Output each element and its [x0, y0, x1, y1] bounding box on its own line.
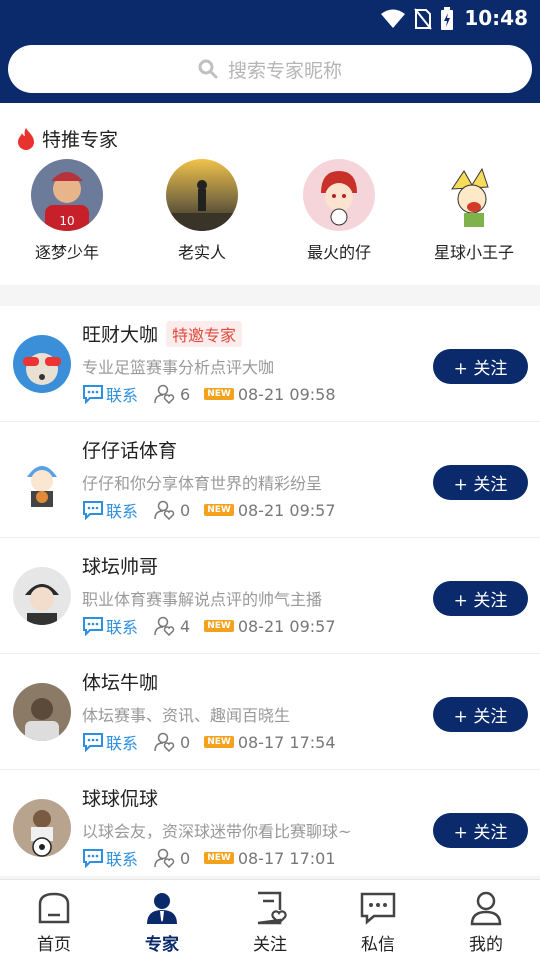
expert-meta: 联系 4 NEW 08-21 09:57: [82, 614, 336, 638]
new-badge: NEW: [204, 736, 234, 748]
follow-button[interactable]: + 关注: [433, 349, 528, 384]
expert-name: 逐梦少年: [34, 243, 99, 262]
featured-title: 特推专家: [16, 125, 118, 152]
expert-description: 仔仔和你分享体育世界的精彩纷呈: [82, 474, 323, 493]
chat-icon: [83, 385, 103, 404]
avatar: 10: [31, 159, 103, 231]
avatar: [13, 451, 71, 509]
featured-expert[interactable]: 10 逐梦少年: [12, 159, 122, 263]
expert-meta: 联系 0 NEW 08-17 17:01: [82, 846, 336, 870]
post-time: 08-17 17:54: [237, 732, 336, 752]
post-time: 08-21 09:57: [237, 500, 336, 520]
svg-text:10: 10: [59, 214, 74, 228]
expert-description: 体坛赛事、资讯、趣闻百晓生: [82, 706, 291, 725]
post-time: 08-17 17:01: [237, 848, 336, 868]
chat-icon: [83, 733, 103, 752]
list-item[interactable]: 球坛帅哥 职业体育赛事解说点评的帅气主播 联系 4 NEW 08-21 09:5…: [0, 538, 540, 654]
no-sim-icon: [414, 8, 432, 30]
expert-name: 最火的仔: [306, 243, 371, 262]
chat-icon: [83, 617, 103, 636]
featured-experts-section: 特推专家 10 逐梦少年 老实人 最火的仔 星球小王子: [0, 103, 540, 285]
user-heart-icon: [154, 500, 175, 520]
new-badge: NEW: [204, 504, 234, 516]
fans-count: 0: [154, 732, 190, 752]
post-time: 08-21 09:57: [237, 616, 336, 636]
fans-count: 0: [154, 848, 190, 868]
tab-follow[interactable]: 关注: [216, 880, 324, 960]
tab-home[interactable]: 首页: [0, 880, 108, 960]
follow-doc-icon: [257, 891, 287, 925]
avatar: [438, 159, 510, 231]
post-time: 08-21 09:58: [237, 384, 336, 404]
featured-expert[interactable]: 最火的仔: [284, 159, 394, 263]
clock: 10:48: [464, 6, 528, 30]
message-icon: [360, 892, 396, 925]
chat-icon: [83, 501, 103, 520]
avatar: [13, 335, 71, 393]
expert-name: 老实人: [177, 243, 226, 262]
battery-charging-icon: [441, 7, 453, 30]
invited-expert-badge: 特邀专家: [166, 320, 243, 347]
fans-count: 6: [154, 384, 190, 404]
status-bar: 10:48: [0, 0, 540, 38]
flame-icon: [18, 127, 34, 150]
wifi-icon: [381, 9, 405, 28]
avatar: [13, 683, 71, 741]
expert-name: 旺财大咖 特邀专家: [82, 320, 243, 347]
tab-messages[interactable]: 私信: [324, 880, 432, 960]
follow-button[interactable]: + 关注: [433, 581, 528, 616]
contact-button[interactable]: 联系: [82, 614, 138, 638]
search-icon: [198, 59, 218, 79]
new-badge: NEW: [204, 852, 234, 864]
list-item[interactable]: 仔仔话体育 仔仔和你分享体育世界的精彩纷呈 联系 0 NEW 08-21 09:…: [0, 422, 540, 538]
expert-meta: 联系 0 NEW 08-21 09:57: [82, 498, 336, 522]
expert-name: 星球小王子: [433, 243, 514, 262]
avatar: [303, 159, 375, 231]
expert-list: 旺财大咖 特邀专家 专业足篮赛事分析点评大咖 联系 6 NEW 08-21 09…: [0, 306, 540, 876]
tab-profile[interactable]: 我的: [432, 880, 540, 960]
user-heart-icon: [154, 616, 175, 636]
list-item[interactable]: 旺财大咖 特邀专家 专业足篮赛事分析点评大咖 联系 6 NEW 08-21 09…: [0, 306, 540, 422]
status-icons: [380, 7, 454, 31]
user-heart-icon: [154, 848, 175, 868]
expert-name: 球球侃球: [82, 788, 159, 810]
fans-count: 4: [154, 616, 190, 636]
user-heart-icon: [154, 384, 175, 404]
featured-expert[interactable]: 星球小王子: [419, 159, 529, 263]
fans-count: 0: [154, 500, 190, 520]
expert-name: 球坛帅哥: [82, 556, 159, 578]
search-input[interactable]: 搜索专家昵称: [8, 45, 532, 93]
user-heart-icon: [154, 732, 175, 752]
user-icon: [470, 891, 502, 926]
list-item[interactable]: 体坛牛咖 体坛赛事、资讯、趣闻百晓生 联系 0 NEW 08-17 17:54 …: [0, 654, 540, 770]
new-badge: NEW: [204, 620, 234, 632]
expert-description: 以球会友，资深球迷带你看比赛聊球~: [82, 822, 352, 841]
follow-button[interactable]: + 关注: [433, 697, 528, 732]
list-item[interactable]: 球球侃球 以球会友，资深球迷带你看比赛聊球~ 联系 0 NEW 08-17 17…: [0, 770, 540, 876]
follow-button[interactable]: + 关注: [433, 813, 528, 848]
expert-meta: 联系 6 NEW 08-21 09:58: [82, 382, 336, 406]
expert-icon: [147, 893, 177, 924]
featured-expert[interactable]: 老实人: [147, 159, 257, 263]
home-icon: [38, 892, 70, 924]
avatar: [166, 159, 238, 231]
contact-button[interactable]: 联系: [82, 846, 138, 870]
expert-meta: 联系 0 NEW 08-17 17:54: [82, 730, 336, 754]
expert-description: 专业足篮赛事分析点评大咖: [82, 358, 275, 377]
contact-button[interactable]: 联系: [82, 498, 138, 522]
new-badge: NEW: [204, 388, 234, 400]
bottom-tab-bar: 首页 专家 关注 私信 我的: [0, 879, 540, 960]
chat-icon: [83, 849, 103, 868]
tab-experts[interactable]: 专家: [108, 880, 216, 960]
expert-description: 职业体育赛事解说点评的帅气主播: [82, 590, 323, 609]
follow-button[interactable]: + 关注: [433, 465, 528, 500]
avatar: [13, 799, 71, 857]
search-placeholder: 搜索专家昵称: [227, 59, 342, 82]
avatar: [13, 567, 71, 625]
expert-name: 仔仔话体育: [82, 440, 178, 462]
expert-name: 体坛牛咖: [82, 672, 159, 694]
top-header: 10:48 搜索专家昵称: [0, 0, 540, 103]
contact-button[interactable]: 联系: [82, 730, 138, 754]
contact-button[interactable]: 联系: [82, 382, 138, 406]
